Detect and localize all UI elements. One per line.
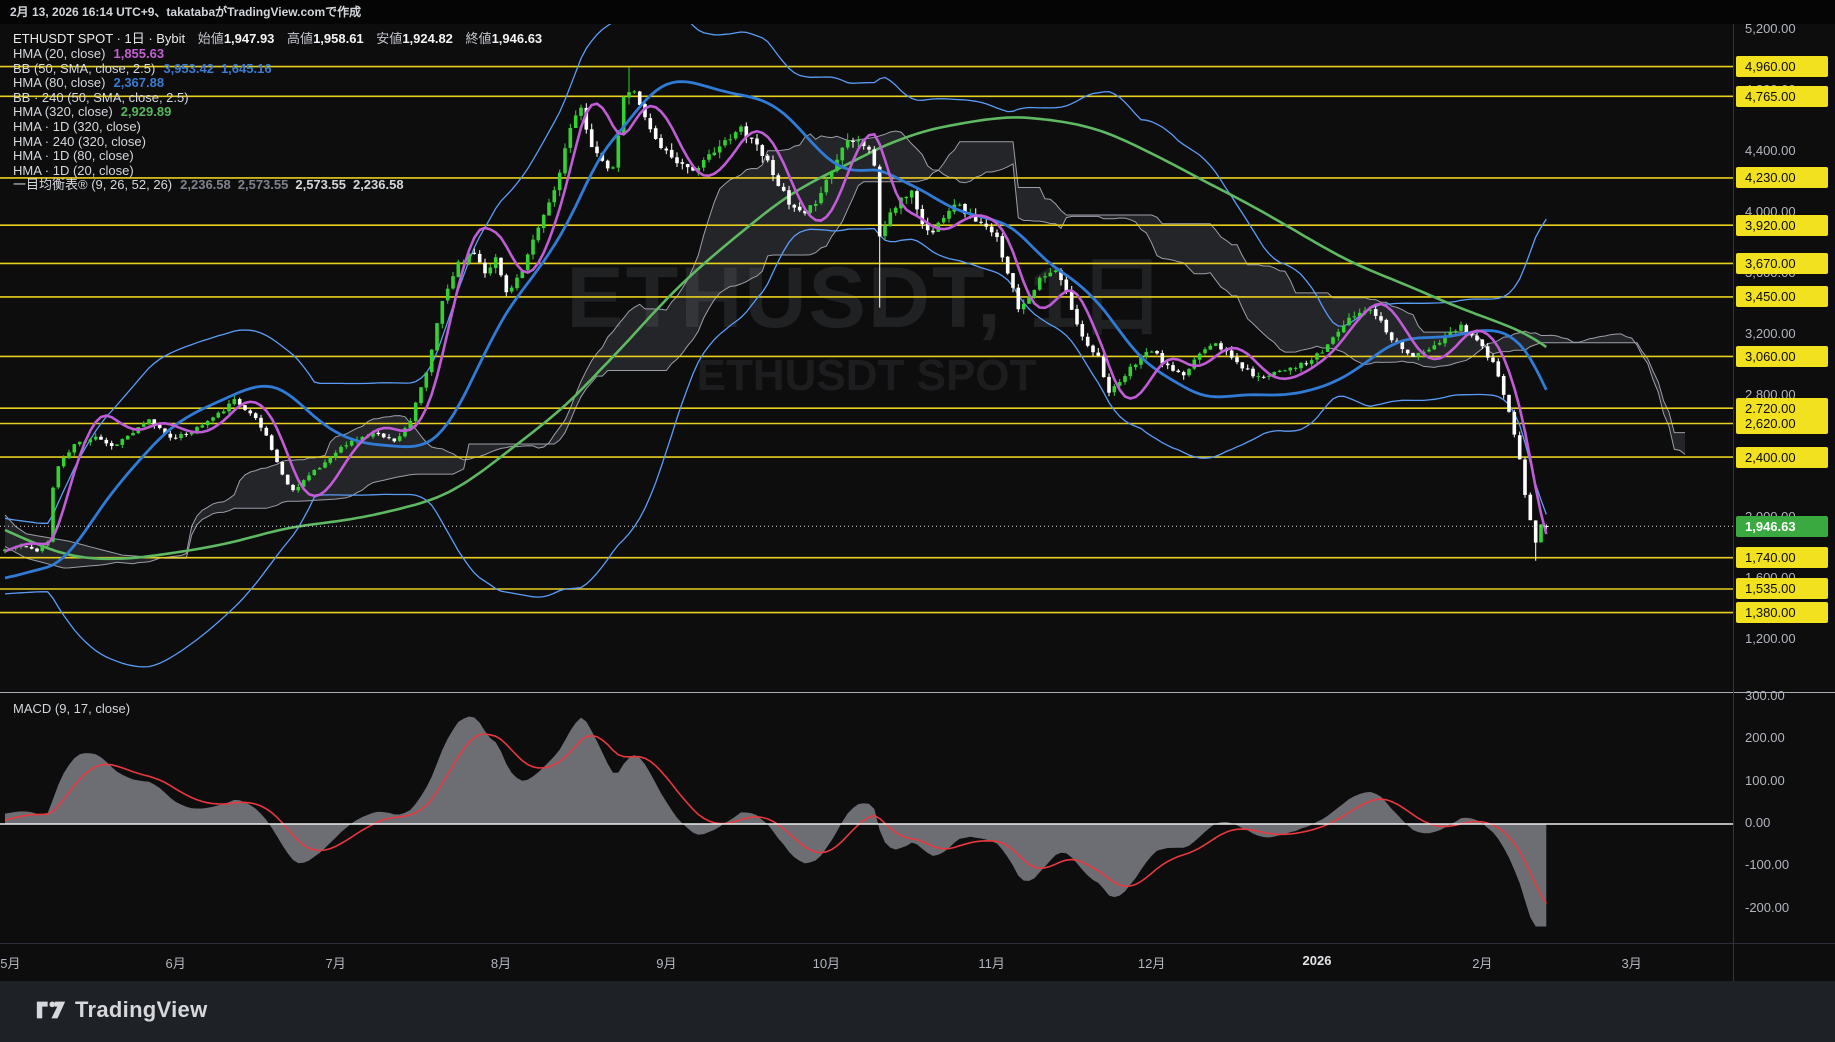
time-label-0: 5月 [0, 956, 21, 971]
macd-tick-200: 200.00 [1745, 730, 1785, 746]
tradingview-logo-icon [36, 1001, 66, 1019]
price-level-badge-3670: 3,670.00 [1736, 252, 1828, 274]
time-label-3: 8月 [490, 956, 512, 971]
price-tick-4400: 4,400.00 [1745, 143, 1796, 159]
open-value: 1,947.93 [223, 31, 275, 46]
price-level-badge-2400: 2,400.00 [1736, 446, 1828, 468]
macd-tick--100: -100.00 [1745, 857, 1790, 873]
indicator-value: 2,236.58 [352, 177, 404, 193]
indicator-row-6[interactable]: HMA · 240 (320, close) [13, 133, 542, 150]
macd-tick--200: -200.00 [1745, 899, 1790, 915]
price-level-badge-4960: 4,960.00 [1736, 56, 1828, 78]
price-tick-1200: 1,200.00 [1745, 631, 1796, 647]
close-label: 終値 [465, 31, 492, 46]
price-level-badge-4230: 4,230.00 [1736, 167, 1828, 189]
close-value: 1,946.63 [491, 31, 543, 46]
indicator-row-7[interactable]: HMA · 1D (80, close) [13, 148, 542, 164]
indicator-label: HMA (20, close) [13, 46, 106, 61]
time-label-9: 2月 [1472, 956, 1493, 971]
macd-area [5, 716, 1547, 927]
indicator-value: 2,367.88 [113, 75, 165, 91]
price-level-badge-3450: 3,450.00 [1736, 286, 1828, 308]
time-label-1: 6月 [165, 956, 186, 971]
symbol-title[interactable]: ETHUSDT SPOT · 1日 · Bybit [13, 31, 185, 46]
macd-legend[interactable]: MACD (9, 17, close) [13, 701, 130, 716]
indicator-row-9[interactable]: 一目均衡表® (9, 26, 52, 26) 2,236.58 2,573.55 2,… [13, 178, 542, 193]
indicator-row-0[interactable]: HMA (20, close) 1,855.63 [13, 46, 542, 62]
indicator-legend: ETHUSDT SPOT · 1日 · Bybit 始値1,947.93 高値1… [13, 30, 542, 193]
high-label: 高値 [287, 31, 314, 46]
symbol-ohlc-row[interactable]: ETHUSDT SPOT · 1日 · Bybit 始値1,947.93 高値1… [13, 30, 542, 47]
price-level-badge-3060: 3,060.00 [1736, 345, 1828, 367]
time-label-10: 3月 [1621, 956, 1642, 971]
price-level-badge-3920: 3,920.00 [1736, 214, 1828, 236]
indicator-row-3[interactable]: BB · 240 (50, SMA, close, 2.5) [13, 89, 542, 106]
creation-info-bar: 2月 13, 2026 16:14 UTC+9、takatabaがTrading… [0, 0, 1835, 24]
indicator-label: BB · 240 (50, SMA, close, 2.5) [13, 89, 189, 105]
price-level-badge-1740: 1,740.00 [1736, 547, 1828, 569]
time-axis-border [0, 943, 1835, 944]
time-label-2: 7月 [325, 956, 346, 971]
indicator-value: 2,929.89 [120, 104, 172, 120]
indicator-label: HMA (320, close) [13, 104, 113, 120]
indicator-row-4[interactable]: HMA (320, close) 2,929.89 [13, 105, 542, 120]
price-tick-3200: 3,200.00 [1745, 326, 1796, 342]
indicator-rows: HMA (20, close) 1,855.63 BB (50, SMA, clos… [13, 46, 542, 193]
pane-divider[interactable] [0, 692, 1835, 693]
indicator-label: HMA · 1D (80, close) [13, 148, 134, 164]
macd-tick-100: 100.00 [1745, 772, 1785, 788]
indicator-label: HMA (80, close) [13, 75, 106, 91]
time-label-5: 10月 [812, 956, 841, 971]
bottom-brand-bar: TradingView [0, 981, 1835, 1042]
indicator-label: HMA · 1D (320, close) [13, 118, 141, 134]
time-label-4: 9月 [656, 956, 677, 971]
price-level-badge-1535: 1,535.00 [1736, 578, 1828, 600]
tradingview-brand[interactable]: TradingView [36, 997, 208, 1023]
indicator-row-8[interactable]: HMA · 1D (20, close) [13, 162, 542, 179]
ichimoku-cloud [5, 131, 1685, 568]
indicator-label: HMA · 240 (320, close) [13, 133, 146, 149]
indicator-label: BB (50, SMA, close, 2.5) [13, 60, 156, 76]
indicator-value: 2,573.55 [237, 177, 289, 193]
indicator-value: 2,573.55 [295, 177, 346, 193]
price-level-badge-2620: 2,620.00 [1736, 413, 1828, 434]
time-label-6: 11月 [978, 956, 1005, 971]
current-price-badge: 1,946.63 [1736, 515, 1828, 537]
indicator-row-1[interactable]: BB (50, SMA, close, 2.5) 3,953.42 1,645.16 [13, 60, 542, 77]
tradingview-brand-text: TradingView [75, 997, 208, 1022]
indicator-value: 1,855.63 [113, 46, 165, 61]
indicator-label: HMA · 1D (20, close) [13, 162, 134, 178]
high-value: 1,958.61 [313, 31, 364, 46]
price-axis-border [1733, 24, 1734, 981]
low-label: 安値 [376, 31, 403, 46]
indicator-label: 一目均衡表® (9, 26, 52, 26) [13, 177, 173, 193]
time-label-8: 2026 [1302, 953, 1332, 968]
indicator-value: 2,236.58 [180, 177, 231, 193]
macd-tick-300: 300.00 [1745, 687, 1785, 703]
price-level-badge-4765: 4,765.00 [1736, 85, 1828, 107]
indicator-value: 3,953.42 [163, 60, 214, 76]
macd-tick-0: 0.00 [1745, 815, 1771, 830]
low-value: 1,924.82 [402, 31, 453, 46]
open-label: 始値 [197, 31, 224, 46]
indicator-row-5[interactable]: HMA · 1D (320, close) [13, 118, 542, 135]
indicator-row-2[interactable]: HMA (80, close) 2,367.88 [13, 75, 542, 91]
indicator-value: 1,645.16 [220, 60, 272, 76]
tradingview-chart-window: ETHUSDT, 1日 ETHUSDT SPOT 2月 13, 2026 16:… [0, 0, 1835, 1042]
price-level-badge-1380: 1,380.00 [1736, 602, 1828, 624]
macd-pane[interactable] [0, 716, 1733, 927]
time-label-7: 12月 [1137, 956, 1166, 971]
